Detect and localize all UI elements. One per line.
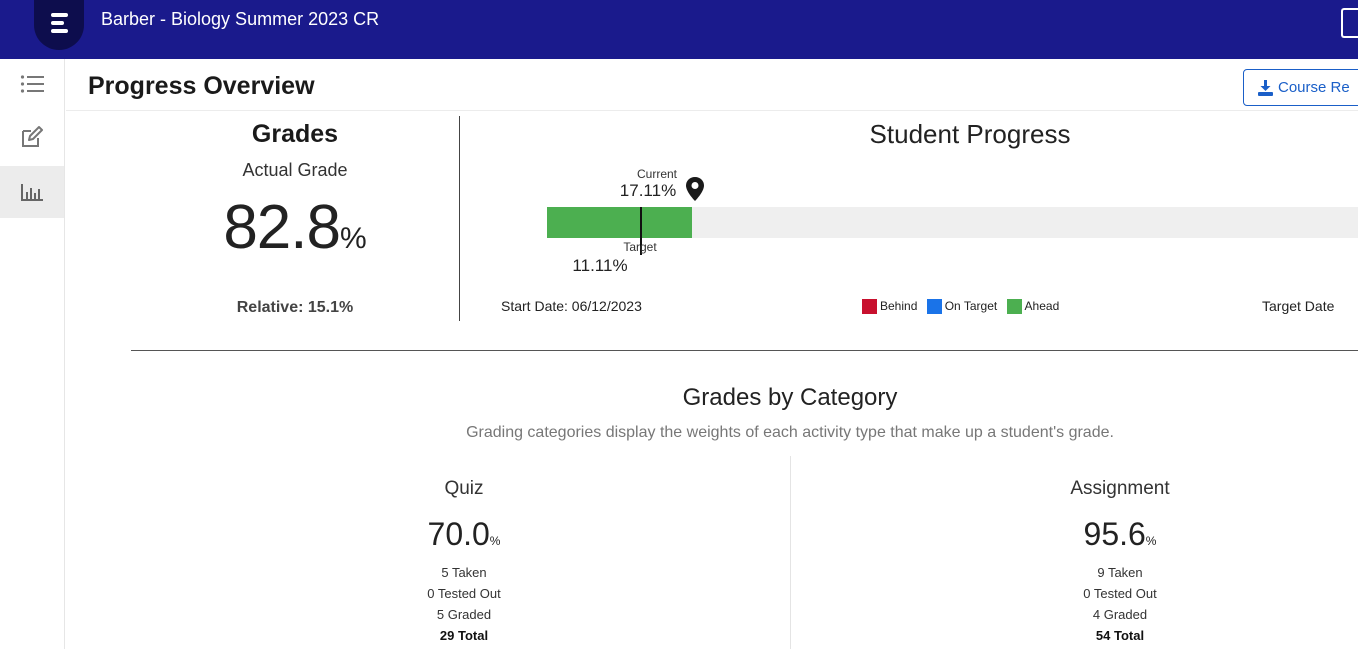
grades-by-category-subtitle: Grading categories display the weights o… [466,424,1114,441]
relative-grade: Relative: 15.1% [236,299,354,316]
edit-icon [22,126,43,147]
course-title: Barber - Biology Summer 2023 CR [101,9,380,29]
logo-e-icon [51,13,68,33]
actual-grade-number: 82.8 [223,193,341,262]
target-value: 11.11% [572,256,628,275]
actual-grade-label: Actual Grade [242,160,348,180]
grades-heading: Grades [251,120,339,148]
category-total: 29 Total [439,628,489,643]
header-divider [66,110,1358,111]
category-taken: 9 Taken [1097,565,1143,580]
grades-by-category-title: Grades by Category [682,384,898,411]
category-value: 95.6% [1083,516,1157,552]
category-card-assignment: Assignment 95.6% 9 Taken 0 Tested Out 4 … [970,478,1270,646]
start-date: Start Date: 06/12/2023 [501,298,642,314]
actual-grade-unit: % [339,222,367,255]
sidebar-item-edit[interactable] [0,111,64,163]
course-report-label: Course Re [1278,79,1350,96]
category-tested-out: 0 Tested Out [1083,586,1157,601]
progress-fill [547,207,693,238]
target-date: Target Date [1262,298,1335,314]
page-title: Progress Overview [88,72,315,100]
top-right-button[interactable] [1341,8,1358,38]
category-name: Assignment [1070,478,1170,499]
sidebar-item-list[interactable] [0,59,64,111]
category-tested-out: 0 Tested Out [427,586,501,601]
top-bar: Barber - Biology Summer 2023 CR [0,0,1358,59]
actual-grade-value: 82.8% [190,192,400,263]
category-card-quiz: Quiz 70.0% 5 Taken 0 Tested Out 5 Graded… [314,478,614,646]
legend-behind: Behind [862,299,917,315]
category-name: Quiz [444,478,484,499]
sidebar-item-progress[interactable] [0,166,64,218]
category-total: 54 Total [1095,628,1145,643]
list-icon [20,75,44,93]
current-label: Current [636,167,677,181]
category-graded: 5 Graded [436,607,492,622]
course-report-button[interactable]: Course Re [1243,69,1358,106]
legend-ahead: Ahead [1006,299,1059,315]
student-progress-title: Student Progress [869,119,1071,149]
bar-chart-icon [21,184,43,201]
section-divider [131,350,1358,351]
download-icon [1258,80,1273,96]
target-label: Target [623,240,657,254]
app-logo[interactable] [34,0,84,50]
category-graded: 4 Graded [1092,607,1148,622]
category-divider [790,456,791,649]
progress-legend: Behind On Target Ahead [862,299,1065,315]
legend-on-target: On Target [926,299,997,315]
panel-divider [459,116,460,321]
location-pin-icon [686,177,705,201]
category-value: 70.0% [427,516,501,552]
left-sidebar [0,59,65,649]
category-taken: 5 Taken [441,565,487,580]
current-value: 17.11% [619,181,677,200]
